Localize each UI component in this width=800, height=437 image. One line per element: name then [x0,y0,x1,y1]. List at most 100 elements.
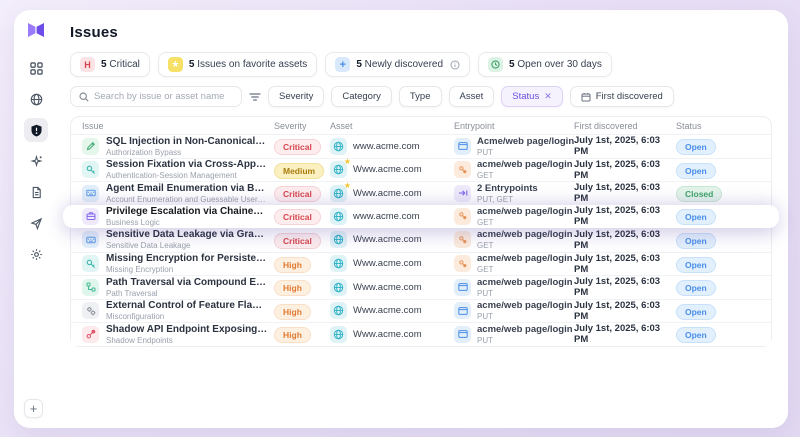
status-badge: Open [676,327,716,343]
entrypoint-method: PUT [477,312,573,321]
entrypoint-method: PUT [477,336,573,345]
first-discovered-value: July 1st, 2025, 6:03 PM [574,276,676,298]
stats-row: H 5 Critical ★ 5 Issues on favorite asse… [70,52,772,77]
sparkles-icon[interactable] [24,149,48,173]
filter-status-chip[interactable]: Status ✕ [501,86,562,107]
status-badge: Open [676,163,716,179]
entrypoint-method: PUT [477,289,573,298]
document-icon[interactable] [24,180,48,204]
info-icon[interactable] [450,60,460,70]
severity-badge: Critical [274,186,321,202]
table-row[interactable]: Shadow API Endpoint Exposing Internal Ru… [71,322,771,346]
entrypoint-api-icon [454,231,471,248]
issue-category: Misconfiguration [106,312,268,321]
entrypoint-name: acme/web page/login [477,300,573,311]
filter-type-button[interactable]: Type [399,86,442,107]
table-row[interactable]: Sensitive Data Leakage via GraphQL Schem… [71,228,771,252]
new-item-button[interactable]: + [24,399,43,418]
status-badge: Open [676,257,716,273]
key-icon [82,255,99,272]
asset-name: Www.acme.com [353,164,422,175]
first-discovered-value: July 1st, 2025, 6:03 PM [574,253,676,275]
favorite-star-icon: ★ [344,157,351,166]
asset-globe-icon: ★ [330,161,347,178]
table-row[interactable]: Missing Encryption for Persisted OAuth A… [71,252,771,276]
entrypoint-cell: acme/web page/login GET [454,159,574,180]
issue-cell: Sensitive Data Leakage via GraphQL Schem… [82,229,274,250]
table-row[interactable]: Privilege Escalation via Chained Busines… [63,205,779,229]
keyboard-icon [82,231,99,248]
entrypoint-method: PUT [477,148,574,157]
entrypoint-method: GET [477,218,573,227]
filter-asset-button[interactable]: Asset [449,86,495,107]
severity-badge: High [274,257,311,273]
severity-badge: High [274,327,311,343]
status-badge: Open [676,280,716,296]
stat-favorite-assets[interactable]: ★ 5 Issues on favorite assets [158,52,317,77]
issue-category: Authentication-Session Management [106,171,268,180]
entrypoint-method: GET [477,241,573,250]
plus-icon: + [335,57,350,72]
asset-globe-icon: ★ [330,138,347,155]
entrypoint-cell: 2 Entrypoints PUT, GET [454,183,574,204]
entrypoint-cell: acme/web page/login PUT [454,277,574,298]
filter-row: Severity Category Type Asset Status ✕ Fi… [70,86,772,107]
asset-globe-icon: ★ [330,231,347,248]
first-discovered-value: July 1st, 2025, 6:03 PM [574,323,676,345]
filter-lines-icon[interactable] [249,92,261,102]
entrypoint-name: Acme/web page/login [477,136,574,147]
table-row[interactable]: SQL Injection in Non-Canonical Profile U… [71,134,771,158]
stat-open-over-30[interactable]: 5 Open over 30 days [478,52,612,77]
col-asset: Asset [330,121,454,131]
table-row[interactable]: Path Traversal via Compound Export Param… [71,275,771,299]
issue-cell: Missing Encryption for Persisted OAuth A… [82,253,274,274]
severity-badge: High [274,280,311,296]
issue-title: Path Traversal via Compound Export Param… [106,277,268,288]
stat-newly-discovered[interactable]: + 5 Newly discovered [325,52,470,77]
entrypoint-cell: acme/web page/login GET [454,229,574,250]
clock-icon [488,57,503,72]
asset-cell: ★ Www.acme.com [330,326,454,343]
briefcase-icon [82,208,99,225]
brand-logo-icon [27,22,45,38]
col-issue: Issue [82,121,274,131]
status-badge: Open [676,233,716,249]
search-icon [79,92,89,102]
asset-cell: ★ www.acme.com [330,208,454,225]
settings-gear-icon[interactable] [24,242,48,266]
issue-title: Privilege Escalation via Chained Busines… [106,206,268,217]
search-box[interactable] [70,86,242,107]
issue-title: SQL Injection in Non-Canonical Profile U… [106,136,268,147]
entrypoint-method: GET [477,171,573,180]
asset-name: Www.acme.com [353,188,422,199]
issue-category: Business Logic [106,218,268,227]
col-status: Status [676,121,760,131]
table-row[interactable]: External Control of Feature Flags Config… [71,299,771,323]
first-discovered-value: July 1st, 2025, 6:03 PM [574,182,676,204]
col-severity: Severity [274,121,330,131]
stat-critical[interactable]: H 5 Critical [70,52,150,77]
asset-name: Www.acme.com [353,305,422,316]
issue-cell: Session Fixation via Cross-App Redirect … [82,159,274,180]
remove-status-filter-icon[interactable]: ✕ [544,91,552,102]
issue-category: Missing Encryption [106,265,268,274]
issue-cell: External Control of Feature Flags Config… [82,300,274,321]
table-row[interactable]: Agent Email Enumeration via Boolean Resp… [71,181,771,205]
issue-cell: Path Traversal via Compound Export Param… [82,277,274,298]
shield-issues-icon[interactable] [24,118,48,142]
share-icon[interactable] [24,211,48,235]
globe-icon[interactable] [24,87,48,111]
asset-name: www.acme.com [353,141,420,152]
table-row[interactable]: Session Fixation via Cross-App Redirect … [71,158,771,182]
asset-cell: ★ Www.acme.com [330,255,454,272]
entrypoint-browser-icon [454,138,471,155]
filter-severity-button[interactable]: Severity [268,86,324,107]
calendar-icon [581,92,591,102]
dashboard-grid-icon[interactable] [24,56,48,80]
filter-first-discovered-button[interactable]: First discovered [570,86,674,107]
search-input[interactable] [94,91,233,102]
entrypoint-name: acme/web page/login [477,277,573,288]
filter-category-button[interactable]: Category [331,86,392,107]
severity-badge: Critical [274,233,321,249]
issue-title: Missing Encryption for Persisted OAuth A… [106,253,268,264]
